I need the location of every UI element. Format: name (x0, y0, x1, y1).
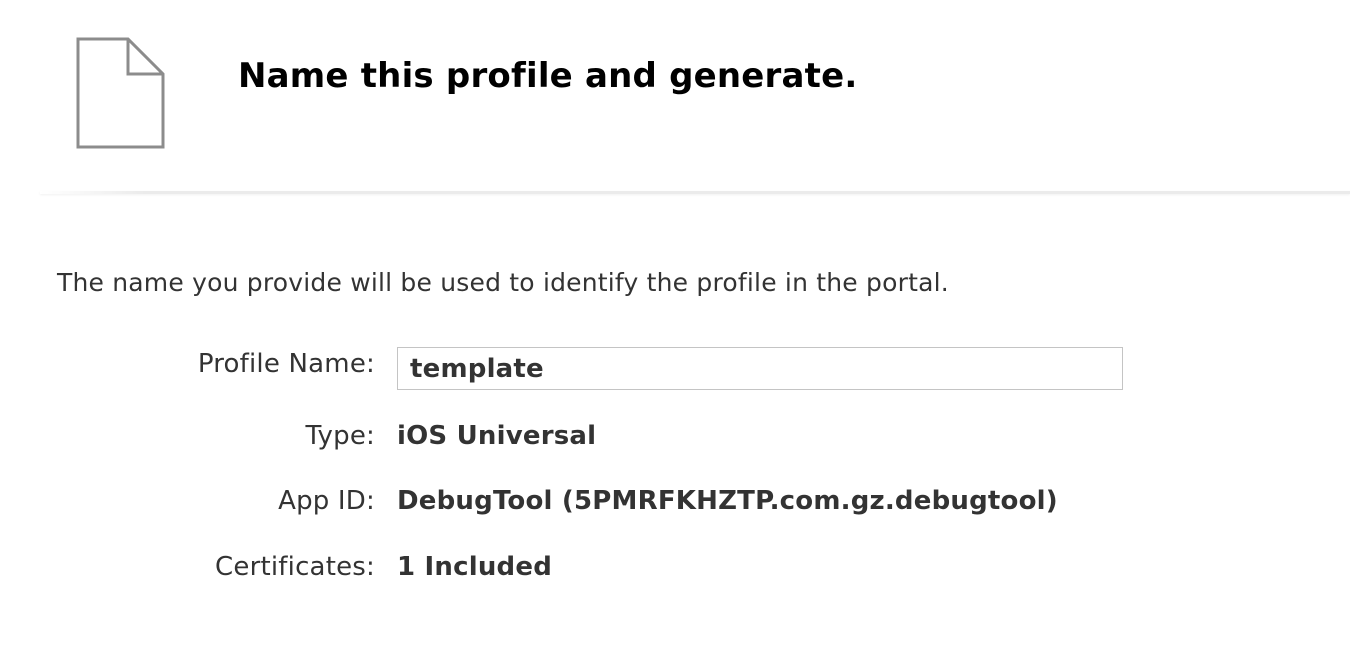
certificates-label: Certificates: (215, 552, 375, 582)
intro-text: The name you provide will be used to ide… (57, 268, 949, 297)
page-header: Name this profile and generate. (0, 0, 1350, 196)
document-icon (76, 37, 165, 149)
profile-name-label: Profile Name: (197, 349, 375, 379)
header-divider (40, 191, 1350, 194)
type-value: iOS Universal (397, 421, 597, 451)
type-label: Type: (305, 421, 375, 451)
app-id-value: DebugTool (5PMRFKHZTP.com.gz.debugtool) (397, 486, 1058, 516)
app-id-label: App ID: (278, 486, 375, 516)
page-title: Name this profile and generate. (238, 56, 858, 96)
certificates-value: 1 Included (397, 552, 553, 582)
profile-name-input[interactable] (397, 347, 1123, 390)
